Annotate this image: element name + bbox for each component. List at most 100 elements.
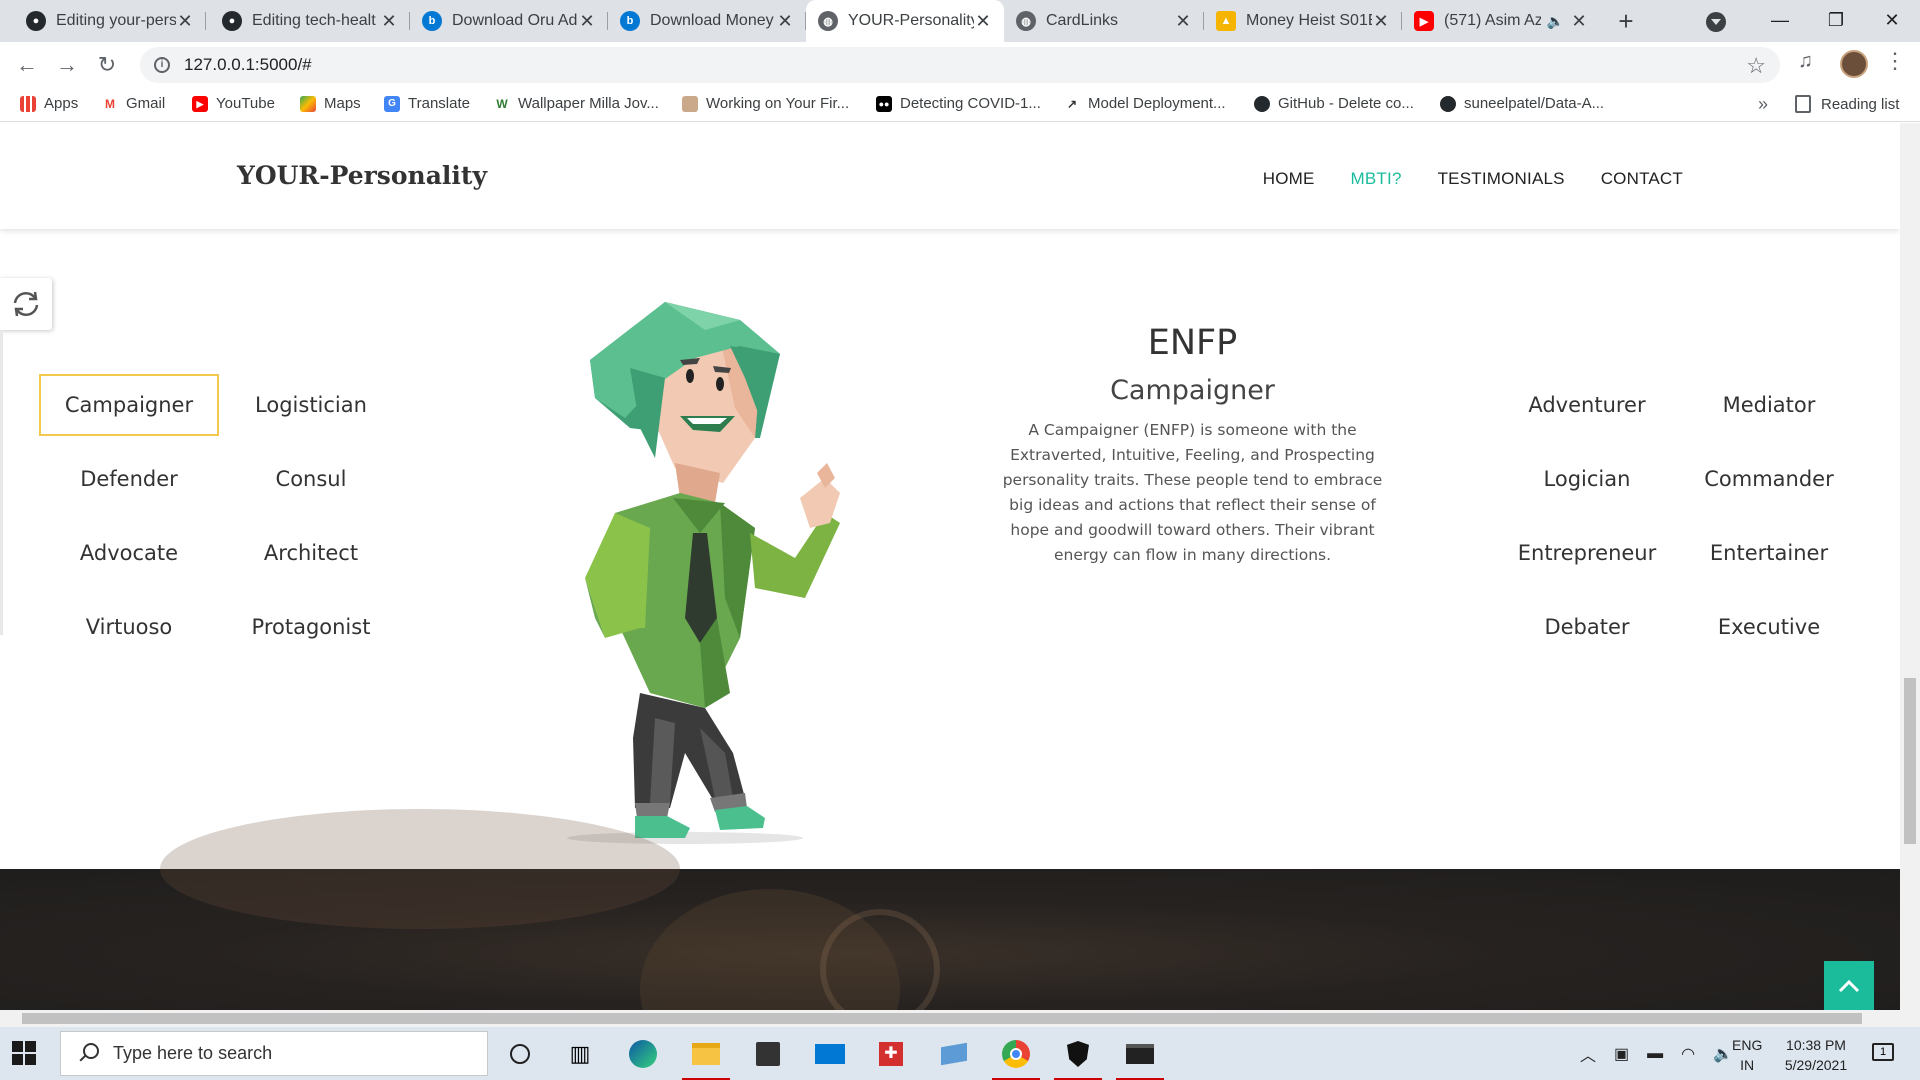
scrollbar-thumb[interactable]	[1904, 678, 1916, 844]
close-icon[interactable]: ✕	[1570, 11, 1588, 32]
medium-icon: ●●	[876, 95, 892, 112]
menu-kebab-icon[interactable]: ⋮	[1884, 48, 1906, 74]
dark-background-section	[0, 809, 1900, 1010]
store-icon[interactable]	[750, 1036, 786, 1072]
file-explorer-icon[interactable]	[682, 1036, 730, 1080]
remote-desktop-icon[interactable]	[936, 1036, 972, 1072]
bookmark-suneelpatel[interactable]: suneelpatel/Data-A...	[1440, 95, 1604, 112]
browser-tab-active[interactable]: ◍ YOUR-Personality ✕	[806, 0, 1004, 42]
type-executive[interactable]: Executive	[1678, 590, 1860, 664]
system-clock[interactable]: 10:38 PM 5/29/2021	[1772, 1035, 1860, 1075]
taskbar-search-box[interactable]: Type here to search	[60, 1031, 488, 1076]
browser-tab[interactable]: ▲ Money Heist S01E ✕	[1204, 0, 1402, 42]
bookmark-wallpaper[interactable]: W Wallpaper Milla Jov...	[494, 95, 659, 112]
new-tab-button[interactable]: +	[1610, 5, 1642, 37]
refresh-toggle-button[interactable]	[0, 278, 52, 330]
bookmark-apps[interactable]: Apps	[20, 95, 78, 112]
type-virtuoso[interactable]: Virtuoso	[38, 590, 220, 664]
gift-app-icon[interactable]: ✚	[873, 1036, 909, 1072]
edge-icon[interactable]	[625, 1036, 661, 1072]
browser-tab[interactable]: ● Editing tech-healt ✕	[210, 0, 410, 42]
bookmark-youtube[interactable]: ▶ YouTube	[192, 95, 275, 112]
type-mediator[interactable]: Mediator	[1678, 368, 1860, 442]
site-info-icon[interactable]: i	[154, 57, 170, 73]
bookmark-working[interactable]: Working on Your Fir...	[682, 95, 849, 112]
browser-tab[interactable]: b Download Oru Ad ✕	[410, 0, 608, 42]
tab-search-icon[interactable]	[1706, 12, 1726, 32]
volume-icon[interactable]: 🔈	[1713, 1044, 1733, 1064]
terminal-icon[interactable]	[1116, 1036, 1164, 1080]
reading-list-button[interactable]: Reading list	[1795, 95, 1899, 113]
forward-arrow-icon[interactable]: →	[52, 50, 82, 80]
nav-contact[interactable]: CONTACT	[1601, 169, 1683, 189]
windows-start-icon[interactable]	[12, 1041, 36, 1065]
close-icon[interactable]: ✕	[974, 11, 992, 32]
close-icon[interactable]: ✕	[776, 11, 794, 32]
bookmark-star-icon[interactable]: ☆	[1746, 53, 1766, 79]
window-close-icon[interactable]: ✕	[1864, 0, 1920, 40]
type-logistician[interactable]: Logistician	[220, 368, 402, 442]
type-entrepreneur[interactable]: Entrepreneur	[1496, 516, 1678, 590]
type-consul[interactable]: Consul	[220, 442, 402, 516]
browser-tab[interactable]: ◍ CardLinks ✕	[1004, 0, 1204, 42]
reload-icon[interactable]: ↻	[92, 50, 122, 80]
bookmark-gmail[interactable]: M Gmail	[102, 95, 165, 112]
tab-title: CardLinks	[1046, 12, 1119, 29]
tab-title: Editing your-pers	[56, 12, 176, 29]
media-controls-icon[interactable]: ♫	[1798, 50, 1813, 73]
type-protagonist[interactable]: Protagonist	[220, 590, 402, 664]
scrollbar-thumb[interactable]	[22, 1013, 1862, 1024]
security-shield-icon[interactable]	[1054, 1036, 1102, 1080]
nav-home[interactable]: HOME	[1263, 169, 1315, 189]
browser-tab[interactable]: ▶ (571) Asim Az 🔈 ✕	[1402, 0, 1600, 42]
bookmark-covid[interactable]: ●● Detecting COVID-1...	[876, 95, 1041, 112]
type-advocate[interactable]: Advocate	[38, 516, 220, 590]
url-text[interactable]: 127.0.0.1:5000/#	[184, 55, 312, 75]
close-icon[interactable]: ✕	[380, 11, 398, 32]
task-view-icon[interactable]: ▥	[562, 1036, 598, 1072]
browser-tab[interactable]: b Download Money ✕	[608, 0, 806, 42]
bookmark-maps[interactable]: Maps	[300, 95, 361, 112]
wifi-icon[interactable]: ◠	[1681, 1044, 1695, 1064]
type-adventurer[interactable]: Adventurer	[1496, 368, 1678, 442]
mbti-description: A Campaigner (ENFP) is someone with the …	[1002, 421, 1383, 564]
speaker-icon[interactable]: 🔈	[1547, 13, 1564, 30]
minimize-icon[interactable]: —	[1752, 0, 1808, 40]
type-logician[interactable]: Logician	[1496, 442, 1678, 516]
mail-icon[interactable]	[812, 1036, 848, 1072]
close-icon[interactable]: ✕	[176, 11, 194, 32]
type-architect[interactable]: Architect	[220, 516, 402, 590]
bookmark-translate[interactable]: G Translate	[384, 95, 470, 112]
type-defender[interactable]: Defender	[38, 442, 220, 516]
close-icon[interactable]: ✕	[578, 11, 596, 32]
battery-icon[interactable]: ▬	[1647, 1045, 1663, 1063]
back-arrow-icon[interactable]: ←	[12, 50, 42, 80]
bookmark-github-delete[interactable]: GitHub - Delete co...	[1254, 95, 1414, 112]
site-logo[interactable]: YOUR-Personality	[237, 161, 487, 190]
language-indicator[interactable]: ENG IN	[1732, 1035, 1762, 1075]
notification-center-icon[interactable]: 1	[1870, 1039, 1896, 1065]
cortana-icon[interactable]	[502, 1036, 538, 1072]
chevron-up-icon[interactable]: ︿	[1580, 1042, 1596, 1066]
more-bookmarks-icon[interactable]: »	[1758, 94, 1768, 115]
nav-mbti[interactable]: MBTI?	[1351, 169, 1402, 189]
type-campaigner[interactable]: Campaigner	[39, 374, 219, 436]
horizontal-scrollbar[interactable]	[0, 1010, 1920, 1027]
close-icon[interactable]: ✕	[1174, 11, 1192, 32]
type-debater[interactable]: Debater	[1496, 590, 1678, 664]
restore-icon[interactable]: ❐	[1808, 0, 1864, 40]
address-bar[interactable]: i 127.0.0.1:5000/# ☆	[140, 47, 1780, 83]
browser-tab[interactable]: ● Editing your-pers ✕	[14, 0, 206, 42]
chrome-icon[interactable]	[992, 1036, 1040, 1080]
vertical-scrollbar[interactable]	[1900, 123, 1920, 1010]
chart-icon: ↗	[1066, 96, 1078, 111]
reading-list-icon	[1795, 95, 1811, 113]
nav-testimonials[interactable]: TESTIMONIALS	[1438, 169, 1565, 189]
meet-now-icon[interactable]: ▣	[1614, 1044, 1629, 1064]
bookmark-model[interactable]: ↗ Model Deployment...	[1064, 95, 1226, 112]
scroll-to-top-button[interactable]	[1824, 961, 1874, 1010]
type-commander[interactable]: Commander	[1678, 442, 1860, 516]
close-icon[interactable]: ✕	[1372, 11, 1390, 32]
type-entertainer[interactable]: Entertainer	[1678, 516, 1860, 590]
profile-avatar[interactable]	[1840, 50, 1868, 78]
